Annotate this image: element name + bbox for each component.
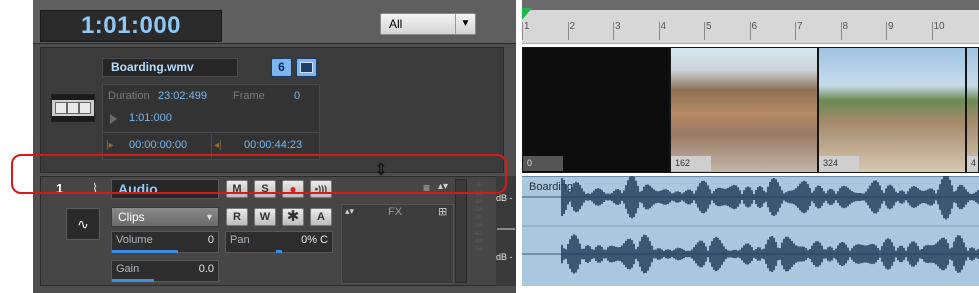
video-start-time: 00:00:00:00 bbox=[129, 139, 188, 151]
meter-scale-label: -18 bbox=[473, 199, 483, 205]
archive-button[interactable]: A bbox=[310, 208, 332, 226]
start-marker-icon[interactable] bbox=[522, 8, 532, 20]
video-track-name[interactable]: Boarding.wmv bbox=[102, 58, 238, 77]
db-label-bottom: dB - bbox=[496, 252, 513, 262]
ruler-tick-label: 10 bbox=[933, 21, 945, 32]
meter-scale-label: -30 bbox=[473, 215, 483, 221]
video-thumbnail bbox=[523, 48, 669, 172]
divider bbox=[102, 132, 320, 133]
ruler-tick bbox=[522, 22, 523, 40]
ruler-tick bbox=[840, 22, 842, 40]
pan-label: Pan bbox=[230, 234, 250, 246]
track-filter-select[interactable]: All ▼ bbox=[380, 13, 476, 35]
video-position: 1:01:000 bbox=[129, 112, 172, 124]
gain-level-bar[interactable] bbox=[112, 279, 154, 282]
ruler-tick-label: 6 bbox=[751, 21, 758, 32]
track-filter-value: All bbox=[389, 17, 403, 31]
highlight-annotation bbox=[11, 154, 507, 194]
film-frame bbox=[79, 102, 91, 114]
ruler-tick-label: 5 bbox=[706, 21, 712, 32]
ruler-tick-label: 9 bbox=[888, 21, 894, 32]
film-strip-icon bbox=[51, 94, 95, 122]
meter-scale-label: -36 bbox=[473, 223, 483, 229]
gain-value: 0.0 bbox=[198, 263, 214, 275]
video-frame-display-button[interactable] bbox=[296, 58, 317, 77]
ruler-tick bbox=[749, 22, 751, 40]
meter-scale-label: -24 bbox=[473, 207, 483, 213]
trim-end-icon[interactable]: ◂| bbox=[214, 138, 222, 153]
lane-split-handle[interactable] bbox=[497, 228, 515, 230]
meter-scale: -6 -12 -18 -24 -30 -36 -42 -48 -54 bbox=[469, 179, 487, 283]
film-strip-top bbox=[52, 95, 94, 100]
db-label-top: dB - bbox=[496, 193, 513, 203]
film-strip-bottom bbox=[52, 116, 94, 121]
ruler-tick bbox=[613, 22, 614, 40]
ruler-tick bbox=[931, 22, 933, 40]
audio-track-icon: ∿ bbox=[66, 208, 100, 240]
frame-value: 0 bbox=[294, 90, 301, 102]
play-icon[interactable] bbox=[110, 114, 117, 124]
fx-add-icon[interactable]: ⊞ bbox=[438, 205, 447, 218]
pan-value: 0% C bbox=[301, 234, 328, 246]
video-thumbnail bbox=[967, 48, 978, 172]
resize-vertical-cursor-icon: ⇕ bbox=[373, 160, 389, 179]
thumbnail-frame-number: 162 bbox=[671, 156, 711, 171]
ruler-tick-label: 2 bbox=[569, 21, 576, 32]
frame-icon bbox=[300, 62, 313, 73]
dropdown-arrow-icon[interactable]: ▼ bbox=[455, 14, 475, 34]
ruler-tick bbox=[886, 22, 887, 40]
ruler-tick bbox=[704, 22, 705, 40]
video-thumbnail-mode-button[interactable]: 6 bbox=[271, 58, 292, 77]
pan-level-bar[interactable] bbox=[276, 250, 282, 253]
duration-label: Duration bbox=[108, 90, 150, 102]
video-end-time: 00:00:44:23 bbox=[244, 139, 303, 151]
volume-level-bar[interactable] bbox=[112, 250, 178, 253]
ruler-tick-label: 1 bbox=[524, 21, 530, 32]
video-thumbnail bbox=[671, 48, 817, 172]
thumbnail-frame-number: 4 bbox=[967, 156, 978, 171]
fx-label: FX bbox=[388, 206, 403, 218]
ruler-tick-label: 3 bbox=[615, 21, 621, 32]
meter-scale-label: -54 bbox=[473, 247, 483, 253]
ruler-tick bbox=[658, 22, 660, 40]
track-level-meter bbox=[455, 179, 467, 283]
frame-label: Frame bbox=[233, 90, 265, 102]
time-display[interactable]: 1:01:000 bbox=[40, 10, 222, 42]
volume-label: Volume bbox=[116, 234, 153, 246]
film-frame bbox=[67, 102, 79, 114]
gain-label: Gain bbox=[116, 263, 140, 275]
thumbnail-frame-number: 0 bbox=[523, 156, 563, 171]
ruler-tick bbox=[795, 22, 796, 40]
timeline-ruler-top bbox=[522, 0, 979, 10]
snap-button[interactable]: ✱ bbox=[282, 208, 304, 226]
audio-waveform bbox=[522, 176, 979, 274]
meter-scale-label: -48 bbox=[473, 239, 483, 245]
ruler-tick-label: 7 bbox=[797, 21, 803, 32]
ruler-tick-label: 4 bbox=[660, 21, 667, 32]
film-frame bbox=[55, 102, 67, 114]
duration-value: 23:02:499 bbox=[158, 90, 207, 102]
waveform-channel bbox=[561, 234, 979, 274]
waveform-channel bbox=[561, 176, 979, 220]
dropdown-arrow-icon[interactable]: ▼ bbox=[200, 207, 219, 227]
fx-updown-icon[interactable]: ▴▾ bbox=[345, 206, 354, 217]
ruler-tick-label: 8 bbox=[842, 21, 849, 32]
ruler-tick bbox=[567, 22, 569, 40]
volume-value: 0 bbox=[207, 234, 214, 246]
write-automation-button[interactable]: W bbox=[254, 208, 276, 226]
video-thumbnail bbox=[819, 48, 965, 172]
thumbnail-frame-number: 324 bbox=[819, 156, 859, 171]
trim-start-icon[interactable]: |▸ bbox=[106, 138, 114, 153]
read-automation-button[interactable]: R bbox=[226, 208, 248, 226]
meter-scale-label: -42 bbox=[473, 231, 483, 237]
